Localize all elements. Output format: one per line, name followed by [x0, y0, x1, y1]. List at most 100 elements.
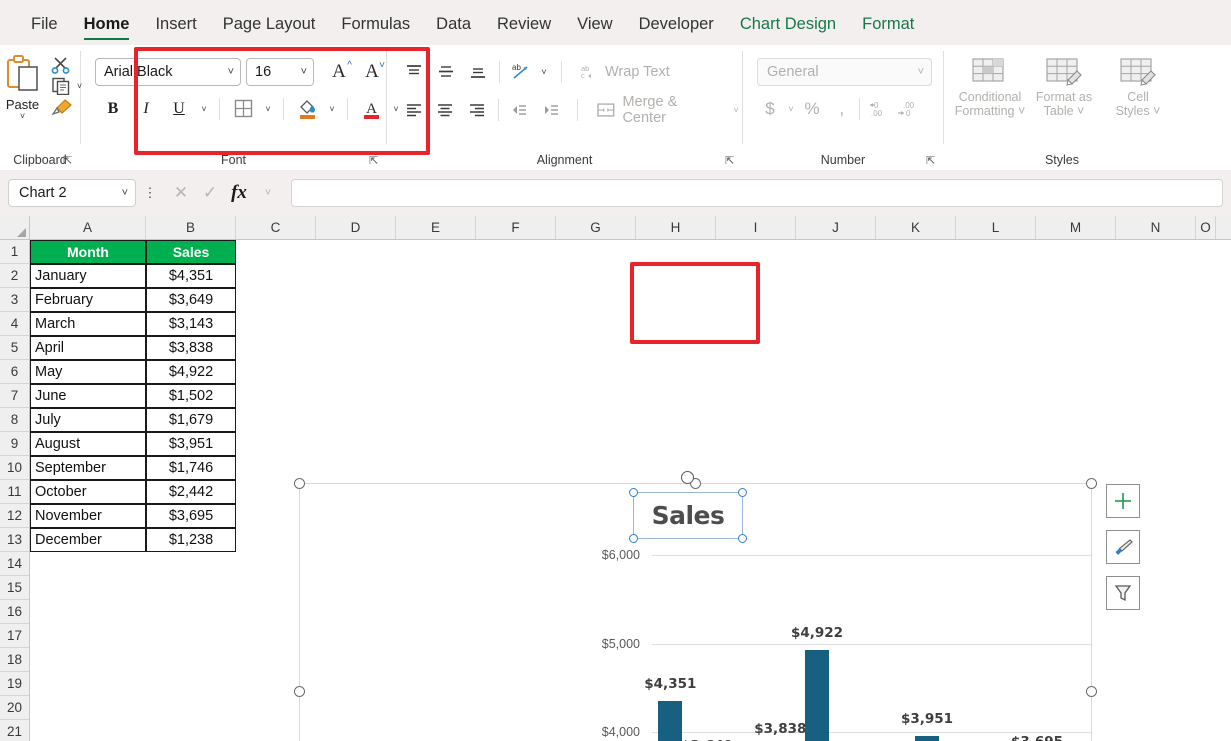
- align-top-icon[interactable]: [399, 58, 429, 85]
- cell-O14[interactable]: [1196, 552, 1216, 576]
- cell-C5[interactable]: [236, 336, 316, 360]
- row-header-19[interactable]: 19: [0, 672, 29, 696]
- number-dialog-launcher[interactable]: ⇱: [926, 156, 937, 167]
- row-header-7[interactable]: 7: [0, 384, 29, 408]
- cell-L3[interactable]: [956, 288, 1036, 312]
- cell-D5[interactable]: [316, 336, 396, 360]
- ribbon-tab-insert[interactable]: Insert: [142, 15, 209, 45]
- cell-M2[interactable]: [1036, 264, 1116, 288]
- chart-title[interactable]: Sales: [629, 471, 747, 543]
- cell-G2[interactable]: [556, 264, 636, 288]
- chart-bar[interactable]: [915, 736, 939, 741]
- column-header-K[interactable]: K: [876, 216, 956, 239]
- cell-E6[interactable]: [396, 360, 476, 384]
- cell-H4[interactable]: [636, 312, 716, 336]
- ribbon-tab-data[interactable]: Data: [423, 15, 484, 45]
- cell-F2[interactable]: [476, 264, 556, 288]
- column-header-E[interactable]: E: [396, 216, 476, 239]
- cell-O11[interactable]: [1196, 480, 1216, 504]
- cell-I10[interactable]: [716, 456, 796, 480]
- fill-color-dropdown-chevron-icon[interactable]: ˅: [326, 104, 338, 114]
- cell-N3[interactable]: [1116, 288, 1196, 312]
- cell-K1[interactable]: [876, 240, 956, 264]
- title-handle-bl[interactable]: [629, 534, 638, 543]
- column-header-C[interactable]: C: [236, 216, 316, 239]
- cell-N6[interactable]: [1116, 360, 1196, 384]
- row-header-1[interactable]: 1: [0, 240, 29, 264]
- cell-C3[interactable]: [236, 288, 316, 312]
- cell-E3[interactable]: [396, 288, 476, 312]
- cell-O3[interactable]: [1196, 288, 1216, 312]
- column-header-A[interactable]: A: [30, 216, 146, 239]
- cell-F7[interactable]: [476, 384, 556, 408]
- increase-indent-icon[interactable]: [536, 97, 566, 124]
- cell-J7[interactable]: [796, 384, 876, 408]
- cell-O21[interactable]: [1196, 720, 1216, 741]
- chart-handle-tr[interactable]: [1086, 478, 1097, 489]
- cell-A1[interactable]: Month: [30, 240, 146, 264]
- cell-K10[interactable]: [876, 456, 956, 480]
- format-painter-icon[interactable]: [51, 98, 73, 116]
- cell-L4[interactable]: [956, 312, 1036, 336]
- cell-B7[interactable]: $1,502: [146, 384, 236, 408]
- cell-K7[interactable]: [876, 384, 956, 408]
- cell-H3[interactable]: [636, 288, 716, 312]
- cell-E4[interactable]: [396, 312, 476, 336]
- cell-M6[interactable]: [1036, 360, 1116, 384]
- cell-M4[interactable]: [1036, 312, 1116, 336]
- row-header-6[interactable]: 6: [0, 360, 29, 384]
- column-header-D[interactable]: D: [316, 216, 396, 239]
- cell-A9[interactable]: August: [30, 432, 146, 456]
- ribbon-tab-formulas[interactable]: Formulas: [328, 15, 423, 45]
- cell-O17[interactable]: [1196, 624, 1216, 648]
- cell-L9[interactable]: [956, 432, 1036, 456]
- chart-elements-button[interactable]: [1106, 484, 1140, 518]
- cell-F8[interactable]: [476, 408, 556, 432]
- chart-handle-mr[interactable]: [1086, 685, 1097, 697]
- decrease-font-size-icon[interactable]: A ˅: [357, 58, 387, 86]
- cell-H2[interactable]: [636, 264, 716, 288]
- cell-D7[interactable]: [316, 384, 396, 408]
- ribbon-tab-view[interactable]: View: [564, 15, 625, 45]
- cell-B15[interactable]: [146, 576, 236, 600]
- cell-A8[interactable]: July: [30, 408, 146, 432]
- cell-N21[interactable]: [1116, 720, 1196, 741]
- cell-B17[interactable]: [146, 624, 236, 648]
- cell-M10[interactable]: [1036, 456, 1116, 480]
- cell-N7[interactable]: [1116, 384, 1196, 408]
- cell-E9[interactable]: [396, 432, 476, 456]
- cell-O6[interactable]: [1196, 360, 1216, 384]
- font-name-combo[interactable]: Arial Black ˅: [95, 58, 241, 86]
- cell-G3[interactable]: [556, 288, 636, 312]
- cell-C6[interactable]: [236, 360, 316, 384]
- cell-B6[interactable]: $4,922: [146, 360, 236, 384]
- clipboard-dialog-launcher[interactable]: ⇱: [63, 156, 74, 167]
- cell-B10[interactable]: $1,746: [146, 456, 236, 480]
- cell-A4[interactable]: March: [30, 312, 146, 336]
- cell-B5[interactable]: $3,838: [146, 336, 236, 360]
- increase-font-size-icon[interactable]: A ^: [324, 58, 354, 86]
- cell-A18[interactable]: [30, 648, 146, 672]
- decrease-indent-icon[interactable]: [505, 97, 535, 124]
- cell-G4[interactable]: [556, 312, 636, 336]
- bold-button[interactable]: B: [99, 95, 127, 122]
- chart-object[interactable]: $6,000$5,000$4,000$3,000$2,000$1,000$0$4…: [294, 471, 1140, 741]
- borders-dropdown-chevron-icon[interactable]: ˅: [262, 104, 274, 114]
- column-header-L[interactable]: L: [956, 216, 1036, 239]
- styles-item-conditional[interactable]: Conditional Formatting ˅: [954, 56, 1026, 118]
- cell-I9[interactable]: [716, 432, 796, 456]
- cell-N1[interactable]: [1116, 240, 1196, 264]
- cell-N4[interactable]: [1116, 312, 1196, 336]
- chart-bar[interactable]: [805, 650, 829, 741]
- cell-A17[interactable]: [30, 624, 146, 648]
- cell-A6[interactable]: May: [30, 360, 146, 384]
- cell-A3[interactable]: February: [30, 288, 146, 312]
- cell-C2[interactable]: [236, 264, 316, 288]
- cell-H9[interactable]: [636, 432, 716, 456]
- column-header-G[interactable]: G: [556, 216, 636, 239]
- cell-F1[interactable]: [476, 240, 556, 264]
- cell-E2[interactable]: [396, 264, 476, 288]
- cell-L8[interactable]: [956, 408, 1036, 432]
- cell-D3[interactable]: [316, 288, 396, 312]
- cell-D4[interactable]: [316, 312, 396, 336]
